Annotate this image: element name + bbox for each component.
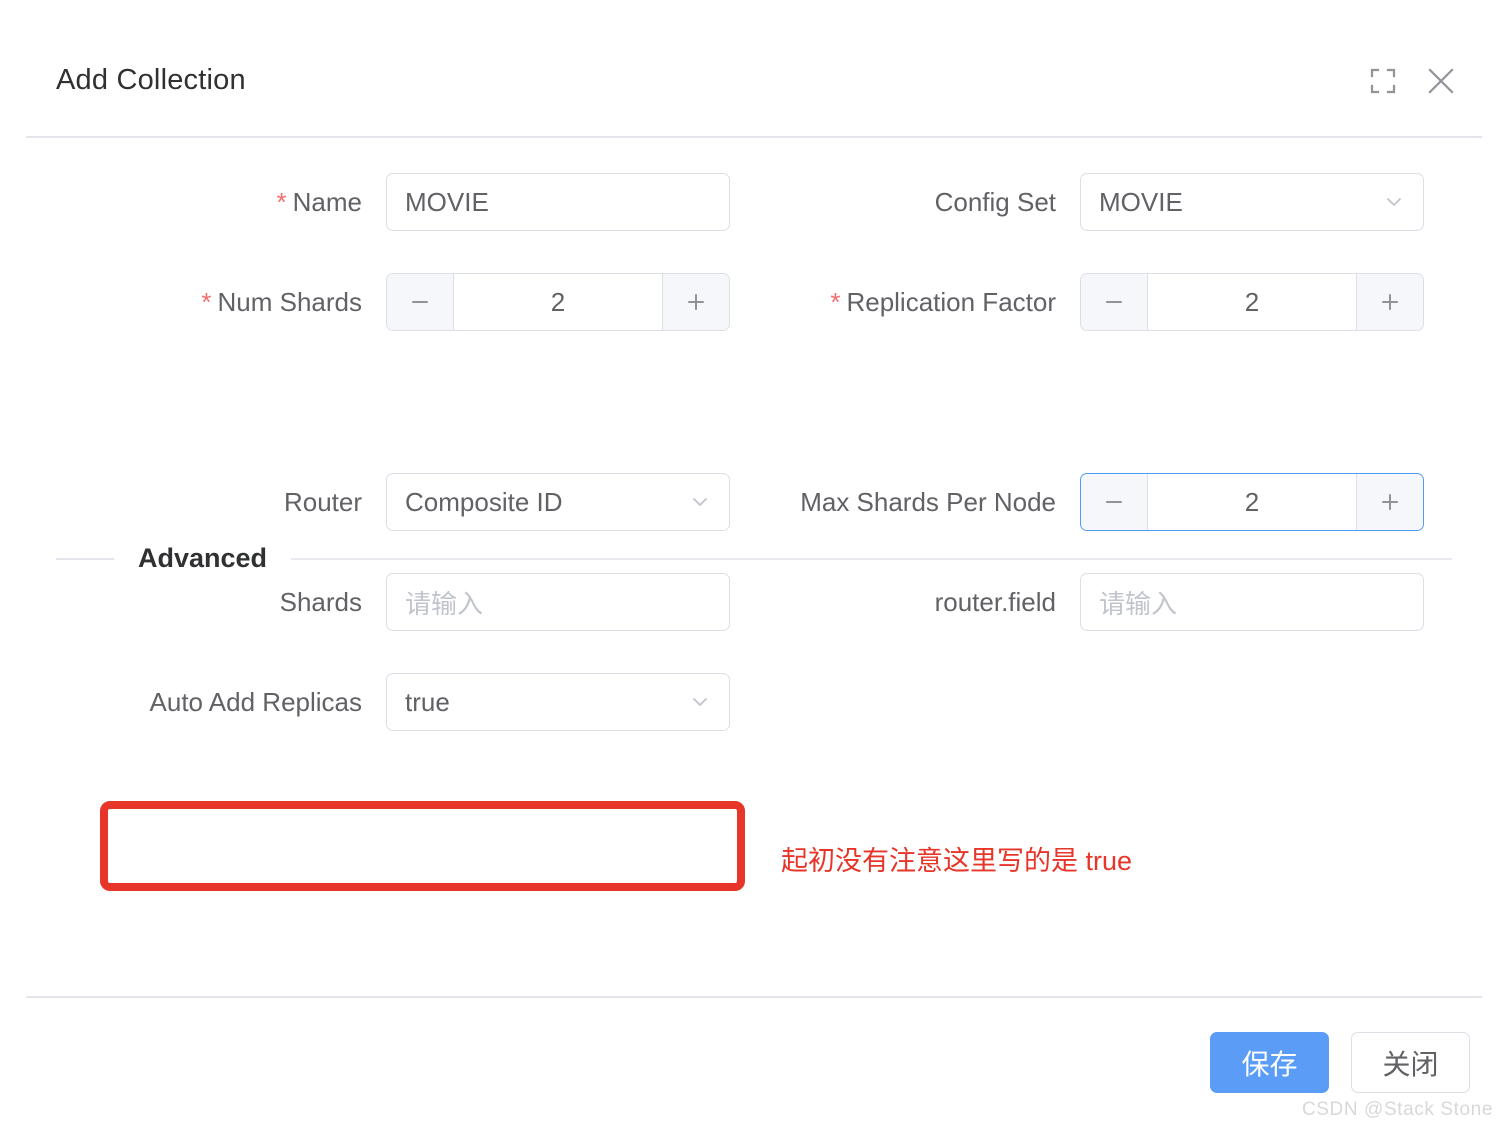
field-row-router: Router Composite ID	[170, 473, 730, 531]
auto-add-replicas-value: true	[405, 686, 450, 717]
field-row-max-shards-per-node: Max Shards Per Node 2	[770, 473, 1424, 531]
name-input-value: MOVIE	[405, 186, 489, 217]
field-row-name: * Name MOVIE	[170, 173, 730, 231]
max-shards-decrement-button[interactable]	[1081, 474, 1148, 530]
config-set-select[interactable]: MOVIE	[1080, 173, 1424, 231]
max-shards-per-node-value: 2	[1148, 474, 1356, 530]
field-row-config-set: Config Set MOVIE	[816, 173, 1424, 231]
dialog-footer: 保存 关闭	[0, 996, 1508, 1134]
page-title: Add Collection	[56, 64, 246, 96]
replication-factor-stepper[interactable]: 2	[1080, 273, 1424, 331]
add-collection-dialog: Add Collection * Name MOVIE Config Set M…	[0, 0, 1508, 1134]
required-asterisk: *	[830, 287, 841, 317]
watermark: CSDN @Stack Stone	[1301, 1099, 1493, 1120]
name-input[interactable]: MOVIE	[386, 173, 730, 231]
label-name: * Name	[276, 187, 362, 217]
close-button[interactable]: 关闭	[1351, 1032, 1470, 1093]
advanced-section-divider: Advanced	[56, 543, 1452, 574]
divider-line-left	[56, 557, 114, 560]
required-asterisk: *	[276, 187, 287, 217]
num-shards-increment-button[interactable]	[662, 274, 729, 330]
chevron-down-icon	[1383, 191, 1405, 213]
required-asterisk: *	[201, 287, 212, 317]
annotation-text: 起初没有注意这里写的是 true	[781, 846, 1133, 876]
config-set-value: MOVIE	[1099, 186, 1183, 217]
auto-add-replicas-select[interactable]: true	[386, 673, 730, 731]
save-button[interactable]: 保存	[1210, 1032, 1329, 1093]
footer-buttons: 保存 关闭	[1210, 1032, 1470, 1093]
label-router: Router	[283, 487, 362, 517]
replication-factor-increment-button[interactable]	[1356, 274, 1423, 330]
field-row-router-field: router.field 请输入	[816, 573, 1424, 631]
dialog-body: * Name MOVIE Config Set MOVIE * Num Shar…	[0, 137, 1508, 996]
footer-divider	[26, 996, 1482, 998]
field-row-auto-add-replicas: Auto Add Replicas true	[120, 673, 730, 731]
fullscreen-icon[interactable]	[1368, 66, 1398, 96]
label-shards: Shards	[279, 587, 362, 617]
label-config-set: Config Set	[934, 187, 1056, 217]
router-value: Composite ID	[405, 486, 563, 517]
num-shards-stepper[interactable]: 2	[386, 273, 730, 331]
max-shards-increment-button[interactable]	[1356, 474, 1423, 530]
close-icon[interactable]	[1426, 66, 1456, 96]
field-row-num-shards: * Num Shards 2	[170, 273, 730, 331]
advanced-title: Advanced	[138, 543, 268, 573]
router-field-input-placeholder: 请输入	[1099, 588, 1178, 619]
num-shards-value: 2	[454, 274, 662, 330]
shards-input-placeholder: 请输入	[405, 588, 484, 619]
chevron-down-icon	[689, 491, 711, 513]
router-field-input[interactable]: 请输入	[1080, 573, 1424, 631]
shards-input[interactable]: 请输入	[386, 573, 730, 631]
replication-factor-value: 2	[1148, 274, 1356, 330]
header-actions	[1368, 66, 1456, 96]
label-router-field: router.field	[934, 587, 1056, 617]
field-row-replication-factor: * Replication Factor 2	[794, 273, 1424, 331]
max-shards-per-node-stepper[interactable]: 2	[1080, 473, 1424, 531]
divider-line-right	[291, 557, 1452, 560]
num-shards-decrement-button[interactable]	[387, 274, 454, 330]
label-num-shards: * Num Shards	[201, 287, 362, 317]
label-auto-add-replicas: Auto Add Replicas	[149, 687, 362, 717]
router-select[interactable]: Composite ID	[386, 473, 730, 531]
annotation-highlight-box	[100, 801, 745, 891]
dialog-header: Add Collection	[0, 0, 1508, 138]
replication-factor-decrement-button[interactable]	[1081, 274, 1148, 330]
field-row-shards: Shards 请输入	[170, 573, 730, 631]
label-replication-factor: * Replication Factor	[830, 287, 1056, 317]
chevron-down-icon	[689, 691, 711, 713]
label-max-shards-per-node: Max Shards Per Node	[800, 487, 1056, 517]
